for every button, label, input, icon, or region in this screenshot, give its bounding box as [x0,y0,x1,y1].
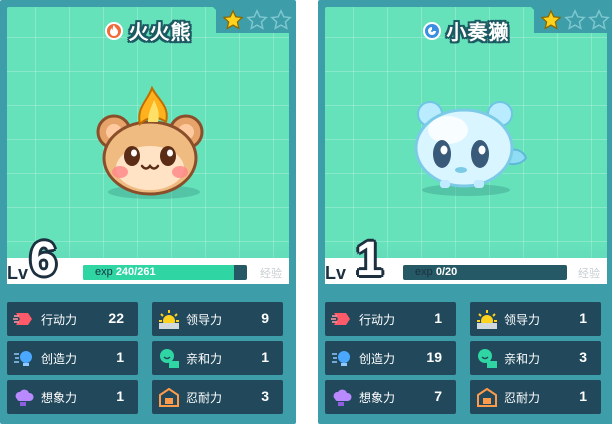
sun-icon [477,310,497,329]
stat-value: 1 [116,388,124,404]
smile-icon [478,349,497,368]
stat-imagination: 想象力 1 [7,380,138,414]
level-number: 6 [30,233,57,286]
exp-text: exp 240/261 [95,266,156,278]
exp-button[interactable]: 经验 [578,265,600,281]
stat-value: 1 [434,310,442,326]
pet-title: 火火熊 [7,16,289,45]
bulb-icon [332,351,350,366]
box-icon [159,387,179,407]
exp-progress-bar: exp 240/261 [83,265,247,280]
level-number: 1 [356,233,383,286]
stat-label: 想象力 [41,391,78,405]
stat-value: 1 [579,310,587,326]
cloud-icon [15,389,34,406]
stat-affinity: 亲和力 1 [152,341,283,375]
stat-value: 19 [426,349,442,365]
exp-text: exp 0/20 [415,266,458,278]
pet-name: 火火熊 [128,22,192,44]
stat-leadership: 领导力 1 [470,302,601,336]
water-element-icon [422,21,441,40]
stat-creativity: 创造力 1 [7,341,138,375]
smile-icon [160,349,179,368]
stat-creativity: 创造力 19 [325,341,456,375]
speed-icon [331,313,350,325]
stat-value: 1 [116,349,124,365]
level-label: Lv [325,263,347,283]
stat-label: 领导力 [186,313,223,327]
stat-label: 创造力 [359,352,396,366]
stat-label: 亲和力 [186,352,223,366]
stat-speed: 行动力 1 [325,302,456,336]
pet-title: 小奏獭 [325,16,607,45]
stat-label: 想象力 [359,391,396,405]
stat-affinity: 亲和力 3 [470,341,601,375]
stat-value: 9 [261,310,269,326]
stat-imagination: 想象力 7 [325,380,456,414]
fire-element-icon [104,21,123,40]
pet-card-xiaozouta[interactable]: 小奏獭 Lv 1 exp 0/20 经验 行动力 1 领导力 1 创造力 19 [318,0,612,424]
stat-leadership: 领导力 9 [152,302,283,336]
stat-speed: 行动力 22 [7,302,138,336]
sun-icon [159,310,179,329]
stat-label: 创造力 [41,352,78,366]
water-otter-creature [414,101,528,188]
exp-progress-bar: exp 0/20 [403,265,567,280]
stat-label: 忍耐力 [186,391,223,405]
cloud-icon [333,389,352,406]
stat-label: 领导力 [504,313,541,327]
stat-value: 1 [261,349,269,365]
pet-card-huohuoxiong[interactable]: 火火熊 Lv 6 exp 240/261 经验 行动力 22 领导力 9 创造力… [0,0,296,424]
stat-value: 22 [108,310,124,326]
exp-button[interactable]: 经验 [260,265,282,281]
box-icon [477,387,497,407]
pet-name: 小奏獭 [446,22,510,44]
stat-value: 3 [261,388,269,404]
stat-label: 忍耐力 [504,391,541,405]
bulb-icon [14,351,32,366]
stat-label: 亲和力 [504,352,541,366]
fire-bear-creature [96,86,204,196]
stat-endurance: 忍耐力 1 [470,380,601,414]
level-label: Lv [7,263,29,283]
stat-value: 3 [579,349,587,365]
speed-icon [13,313,32,325]
stat-endurance: 忍耐力 3 [152,380,283,414]
stat-label: 行动力 [359,313,396,327]
stat-label: 行动力 [41,313,78,327]
stat-value: 7 [434,388,442,404]
stat-value: 1 [579,388,587,404]
